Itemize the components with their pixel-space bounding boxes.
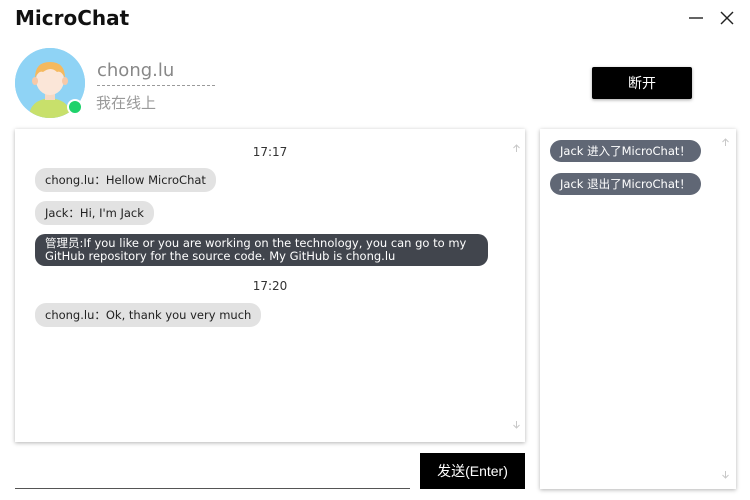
- chat-message-panel[interactable]: 17:17 chong.lu：Hellow MicroChat Jack：Hi,…: [15, 129, 525, 442]
- chat-message: chong.lu：Hellow MicroChat: [35, 168, 216, 192]
- message-timestamp: 17:20: [252, 279, 288, 293]
- scroll-down-icon[interactable]: [511, 419, 522, 430]
- user-status: 我在线上: [96, 94, 157, 112]
- close-icon: [720, 11, 734, 25]
- send-button[interactable]: 发送(Enter): [420, 453, 525, 489]
- minimize-icon: [689, 17, 703, 19]
- username[interactable]: chong.lu: [97, 59, 215, 86]
- chat-message: Jack：Hi, I'm Jack: [35, 201, 154, 225]
- admin-message: 管理员:If you like or you are working on th…: [35, 234, 488, 266]
- chat-message: chong.lu：Ok, thank you very much: [35, 303, 262, 327]
- system-event-item: Jack 进入了MicroChat！: [550, 140, 701, 162]
- scroll-down-icon[interactable]: [720, 469, 731, 480]
- scroll-up-icon[interactable]: [720, 137, 731, 148]
- system-events-panel[interactable]: Jack 进入了MicroChat！ Jack 退出了MicroChat！: [540, 129, 736, 489]
- disconnect-button[interactable]: 断开: [592, 67, 692, 99]
- system-event-item: Jack 退出了MicroChat！: [550, 173, 701, 195]
- message-input[interactable]: [15, 455, 410, 489]
- app-title: MicroChat: [15, 6, 130, 30]
- close-button[interactable]: [716, 8, 738, 28]
- minimize-button[interactable]: [685, 8, 707, 28]
- online-status-dot: [67, 99, 83, 115]
- scroll-up-icon[interactable]: [511, 143, 522, 154]
- message-timestamp: 17:17: [252, 145, 288, 159]
